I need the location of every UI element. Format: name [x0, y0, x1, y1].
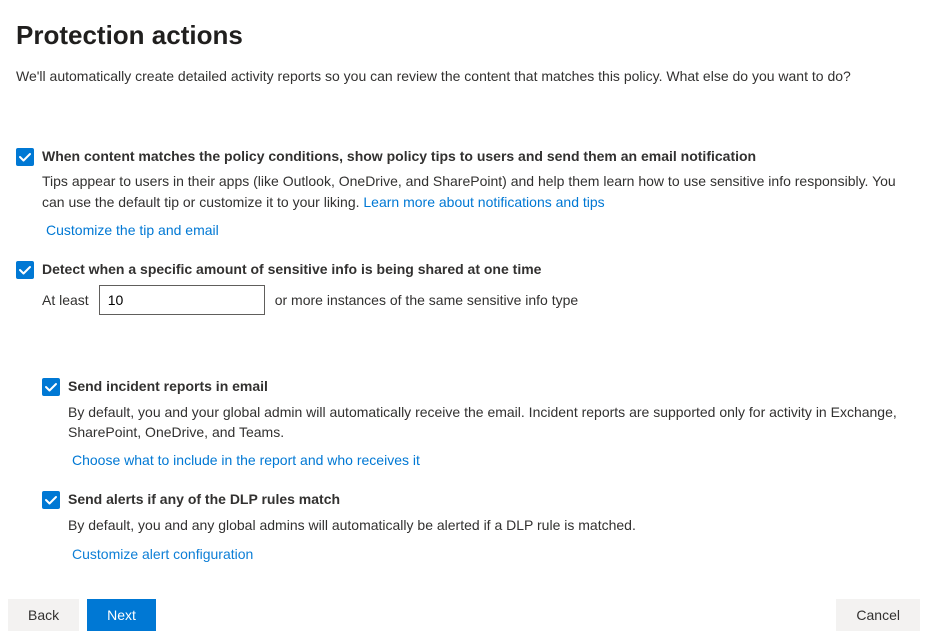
customize-alert-link[interactable]: Customize alert configuration	[72, 546, 912, 562]
checkmark-icon	[17, 149, 33, 165]
next-button[interactable]: Next	[87, 599, 156, 631]
cancel-button[interactable]: Cancel	[836, 599, 920, 631]
checkbox-policy-tips[interactable]	[16, 148, 34, 166]
option-alerts: Send alerts if any of the DLP rules matc…	[42, 490, 912, 561]
option-incident-reports-label: Send incident reports in email	[68, 377, 912, 396]
checkbox-detect-amount[interactable]	[16, 261, 34, 279]
checkbox-alerts[interactable]	[42, 491, 60, 509]
back-button[interactable]: Back	[8, 599, 79, 631]
at-least-label: At least	[42, 292, 89, 308]
learn-more-link[interactable]: Learn more about notifications and tips	[363, 194, 604, 210]
option-alerts-label: Send alerts if any of the DLP rules matc…	[68, 490, 912, 509]
option-policy-tips-label: When content matches the policy conditio…	[42, 147, 912, 166]
instance-count-input[interactable]	[99, 285, 265, 315]
checkmark-icon	[17, 262, 33, 278]
option-incident-reports-desc: By default, you and your global admin wi…	[68, 402, 912, 443]
wizard-footer: Back Next Cancel	[0, 593, 928, 637]
customize-tip-link[interactable]: Customize the tip and email	[46, 222, 912, 238]
checkmark-icon	[43, 379, 59, 395]
choose-report-link[interactable]: Choose what to include in the report and…	[72, 452, 912, 468]
option-alerts-desc: By default, you and any global admins wi…	[68, 515, 912, 535]
option-detect-amount: Detect when a specific amount of sensiti…	[16, 260, 912, 315]
instance-suffix: or more instances of the same sensitive …	[275, 292, 578, 308]
option-detect-amount-label: Detect when a specific amount of sensiti…	[42, 260, 912, 279]
page-title: Protection actions	[16, 20, 912, 51]
option-incident-reports: Send incident reports in email By defaul…	[42, 377, 912, 468]
option-policy-tips-desc: Tips appear to users in their apps (like…	[42, 171, 912, 212]
checkbox-incident-reports[interactable]	[42, 378, 60, 396]
checkmark-icon	[43, 492, 59, 508]
option-policy-tips: When content matches the policy conditio…	[16, 147, 912, 238]
intro-text: We'll automatically create detailed acti…	[16, 67, 896, 87]
